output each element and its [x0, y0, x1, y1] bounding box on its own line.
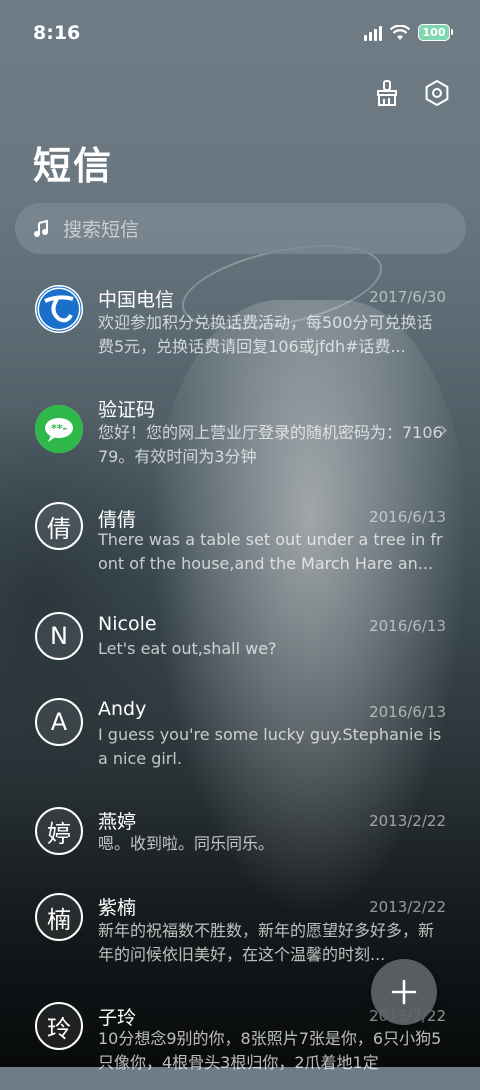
conversation-item[interactable]: 中国电信 2017/6/30 欢迎参加积分兑换话费活动，每500分可兑换话费5元…: [0, 270, 480, 375]
search-input[interactable]: 搜索短信: [15, 203, 466, 254]
music-note-icon: [34, 219, 48, 237]
new-message-button[interactable]: [371, 959, 437, 1025]
chat-bubble-icon: **-: [35, 405, 83, 453]
conversation-name: 紫楠: [98, 897, 137, 919]
plus-icon: [391, 979, 417, 1005]
avatar: 婷: [35, 807, 83, 855]
svg-text:**-: **-: [51, 422, 67, 435]
conversation-name: 中国电信: [98, 289, 175, 311]
battery-icon: 100: [418, 24, 453, 41]
settings-button[interactable]: [422, 78, 452, 108]
conversation-name: Andy: [98, 698, 147, 720]
conversation-preview: 您好！您的网上营业厅登录的随机密码为：710679。有效时间为3分钟: [98, 423, 443, 466]
avatar: A: [35, 698, 83, 746]
conversation-date: 2016/6/13: [369, 508, 446, 526]
avatar: 楠: [35, 893, 83, 941]
conversation-date: 2017/6/30: [369, 288, 446, 306]
conversation-preview: 嗯。收到啦。同乐同乐。: [98, 834, 275, 853]
conversation-date: 2016/6/13: [369, 617, 446, 635]
conversation-item[interactable]: **- 验证码 › 您好！您的网上营业厅登录的随机密码为：710679。有效时间…: [0, 380, 480, 485]
brush-icon: [377, 80, 397, 106]
conversation-item[interactable]: A Andy 2016/6/13 I guess you're some luc…: [0, 690, 480, 790]
conversation-item[interactable]: 婷 燕婷 2013/2/22 嗯。收到啦。同乐同乐。: [0, 795, 480, 875]
conversation-name: 子玲: [98, 1007, 137, 1029]
conversation-date: 2013/2/22: [369, 898, 446, 916]
gear-icon: [425, 80, 449, 106]
conversation-name: Nicole: [98, 613, 157, 635]
clean-button[interactable]: [372, 78, 402, 108]
signal-icon: [364, 25, 382, 41]
conversation-date: 2016/6/13: [369, 703, 446, 721]
conversation-item[interactable]: 倩 倩倩 2016/6/13 There was a table set out…: [0, 490, 480, 595]
wifi-icon: [390, 24, 410, 40]
conversation-name: 燕婷: [98, 811, 137, 833]
conversation-preview: There was a table set out under a tree i…: [98, 530, 443, 573]
avatar: N: [35, 612, 83, 660]
telecom-logo-icon: [35, 285, 83, 333]
conversation-item[interactable]: N Nicole 2016/6/13 Let's eat out,shall w…: [0, 600, 480, 685]
conversation-preview: 欢迎参加积分兑换话费活动，每500分可兑换话费5元，兑换话费请回复106或jfd…: [98, 313, 433, 356]
conversation-preview: 10分想念9别的你，8张照片7张是你，6只小狗5只像你，4根骨头3根归你，2爪着…: [98, 1029, 442, 1072]
status-time: 8:16: [33, 22, 81, 44]
conversation-preview: I guess you're some lucky guy.Stephanie …: [98, 725, 442, 768]
conversation-name: 验证码: [98, 399, 156, 421]
conversation-preview: Let's eat out,shall we?: [98, 639, 277, 658]
page-title: 短信: [33, 144, 114, 188]
search-placeholder: 搜索短信: [63, 219, 140, 241]
avatar: 玲: [35, 1002, 83, 1050]
status-bar: 8:16 100: [0, 0, 480, 66]
conversation-date: 2013/2/22: [369, 812, 446, 830]
avatar: 倩: [35, 502, 83, 550]
